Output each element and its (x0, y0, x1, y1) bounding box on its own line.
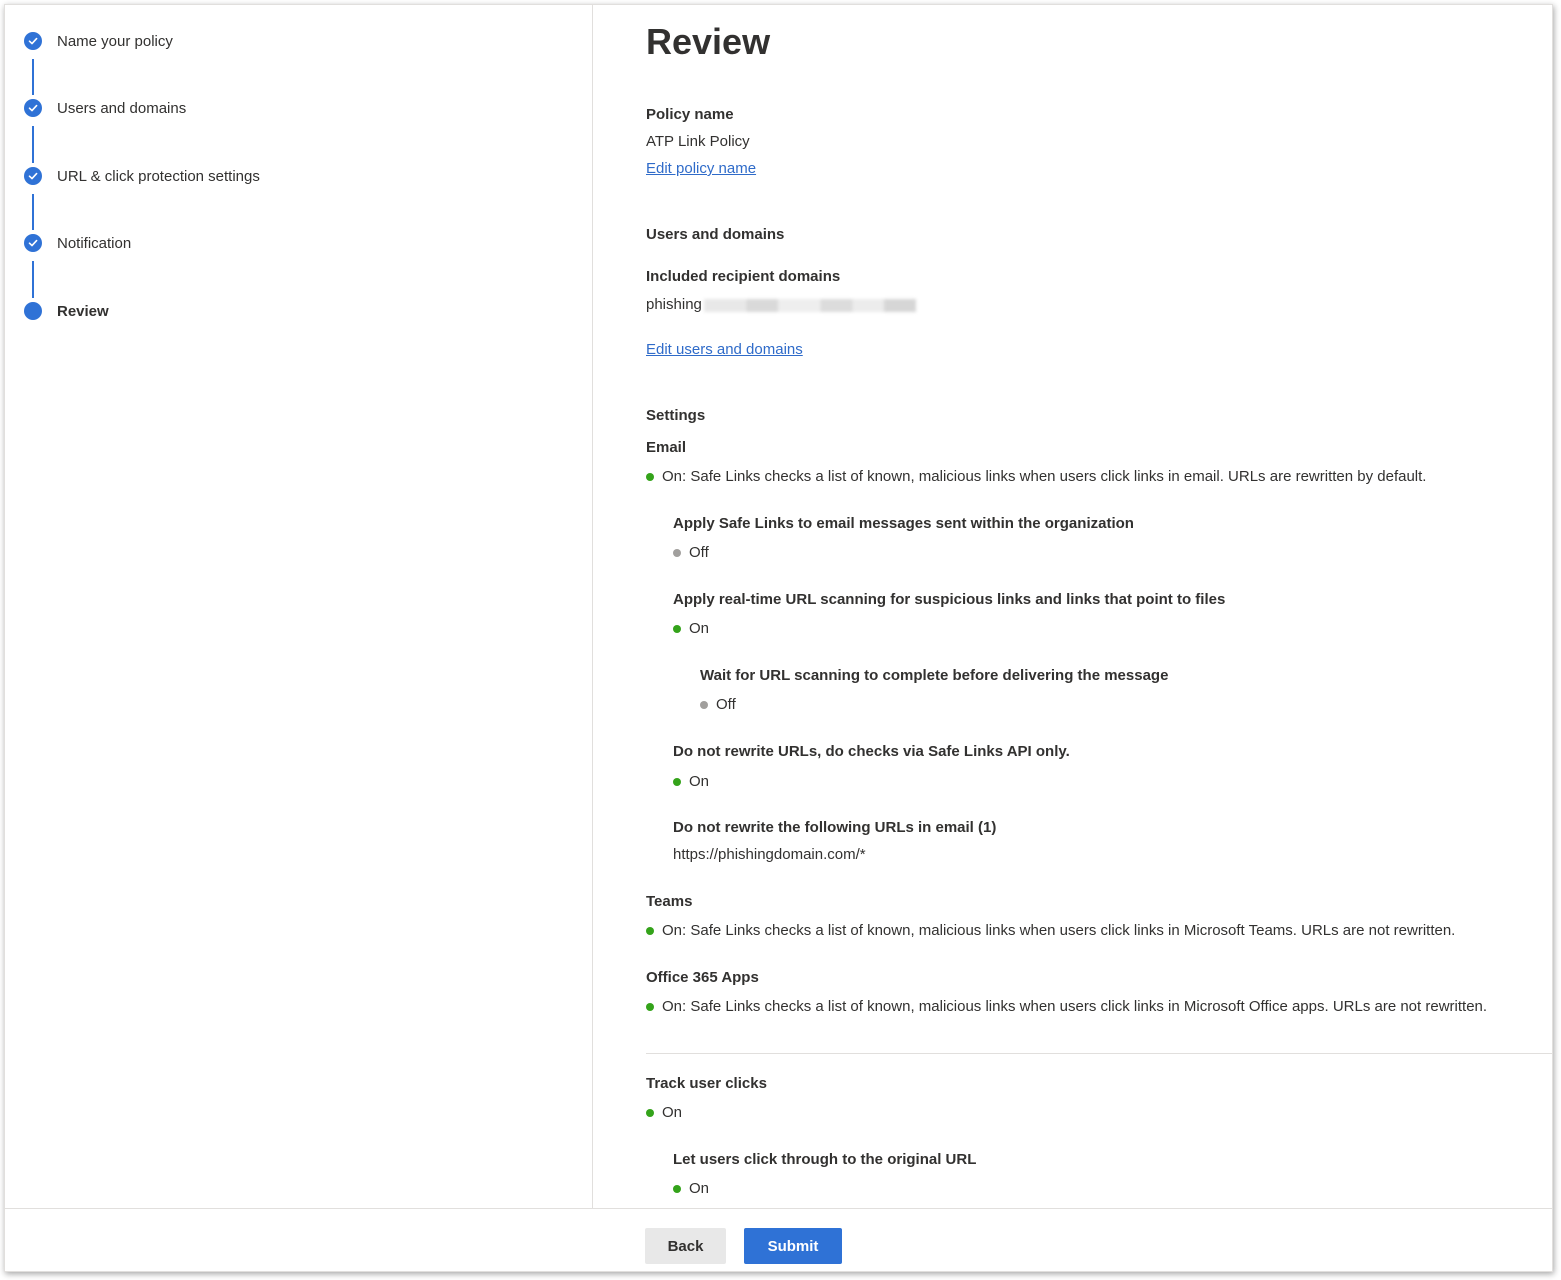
apply-internal-label: Apply Safe Links to email messages sent … (673, 515, 1134, 532)
status-text: On (689, 620, 710, 637)
policy-name-label: Policy name (646, 106, 734, 123)
status-off-dot-icon (700, 700, 708, 709)
apply-internal-status: Off (673, 544, 709, 561)
step-label: URL & click protection settings (57, 167, 260, 185)
status-text: On: Safe Links checks a list of known, m… (662, 922, 1456, 939)
wizard-panel: Name your policy Users and domains URL &… (4, 4, 1553, 1272)
step-label: Review (57, 302, 109, 320)
teams-status: On: Safe Links checks a list of known, m… (646, 922, 1455, 939)
edit-policy-name-link[interactable]: Edit policy name (646, 160, 756, 177)
included-domains-label: Included recipient domains (646, 268, 841, 285)
step-users-and-domains[interactable]: Users and domains (24, 96, 186, 120)
no-rewrite-list-label: Do not rewrite the following URLs in ema… (673, 819, 997, 836)
email-heading: Email (646, 439, 687, 456)
wizard-footer: Back Submit (5, 1208, 1552, 1271)
status-on-dot-icon (673, 1184, 681, 1193)
step-review[interactable]: Review (24, 299, 109, 323)
edit-users-domains-link[interactable]: Edit users and domains (646, 341, 803, 358)
step-name-your-policy[interactable]: Name your policy (24, 29, 173, 53)
track-clicks-status: On (646, 1104, 682, 1121)
realtime-scan-status: On (673, 620, 709, 637)
click-through-label: Let users click through to the original … (673, 1151, 977, 1168)
status-text: On: Safe Links checks a list of known, m… (662, 998, 1488, 1015)
step-url-click-protection[interactable]: URL & click protection settings (24, 164, 260, 188)
step-connector (32, 126, 34, 163)
no-rewrite-api-label: Do not rewrite URLs, do checks via Safe … (673, 743, 1070, 760)
click-through-status: On (673, 1180, 709, 1197)
teams-heading: Teams (646, 893, 693, 910)
no-rewrite-list-value: https://phishingdomain.com/* (673, 846, 866, 863)
review-content: Review Policy name ATP Link Policy Edit … (646, 5, 1552, 1208)
status-text: On: Safe Links checks a list of known, m… (662, 468, 1427, 485)
submit-button[interactable]: Submit (744, 1228, 842, 1264)
status-on-dot-icon (646, 1108, 654, 1117)
checkmark-icon (24, 167, 42, 185)
status-on-dot-icon (673, 777, 681, 786)
status-off-dot-icon (673, 548, 681, 557)
redacted-text (703, 298, 916, 312)
status-text: Off (716, 696, 736, 713)
step-label: Name your policy (57, 32, 173, 50)
status-on-dot-icon (673, 624, 681, 633)
checkmark-icon (24, 32, 42, 50)
wait-scan-status: Off (700, 696, 736, 713)
step-label: Users and domains (57, 99, 187, 117)
policy-name-value: ATP Link Policy (646, 133, 750, 150)
status-on-dot-icon (646, 472, 654, 481)
step-label: Notification (57, 234, 132, 252)
settings-heading: Settings (646, 407, 706, 424)
wizard-steps: Name your policy Users and domains URL &… (5, 5, 593, 1208)
office-status: On: Safe Links checks a list of known, m… (646, 998, 1487, 1015)
status-text: Off (689, 544, 709, 561)
step-notification[interactable]: Notification (24, 231, 131, 255)
realtime-scan-label: Apply real-time URL scanning for suspici… (673, 591, 1226, 608)
checkmark-icon (24, 234, 42, 252)
no-rewrite-api-status: On (673, 773, 709, 790)
current-step-dot-icon (24, 302, 42, 320)
status-text: On (689, 1180, 710, 1197)
included-domains-value: phishing (646, 296, 916, 313)
back-button[interactable]: Back (645, 1228, 726, 1264)
wait-scan-label: Wait for URL scanning to complete before… (700, 667, 1169, 684)
email-status: On: Safe Links checks a list of known, m… (646, 468, 1426, 485)
section-divider (646, 1053, 1552, 1054)
step-connector (32, 194, 34, 230)
status-on-dot-icon (646, 926, 654, 935)
status-on-dot-icon (646, 1002, 654, 1011)
step-connector (32, 261, 34, 298)
checkmark-icon (24, 99, 42, 117)
track-clicks-label: Track user clicks (646, 1075, 767, 1092)
office-heading: Office 365 Apps (646, 969, 759, 986)
step-connector (32, 59, 34, 95)
page-title: Review (646, 21, 771, 62)
users-domains-heading: Users and domains (646, 226, 785, 243)
domain-text: phishing (646, 296, 702, 313)
status-text: On (662, 1104, 683, 1121)
status-text: On (689, 773, 710, 790)
